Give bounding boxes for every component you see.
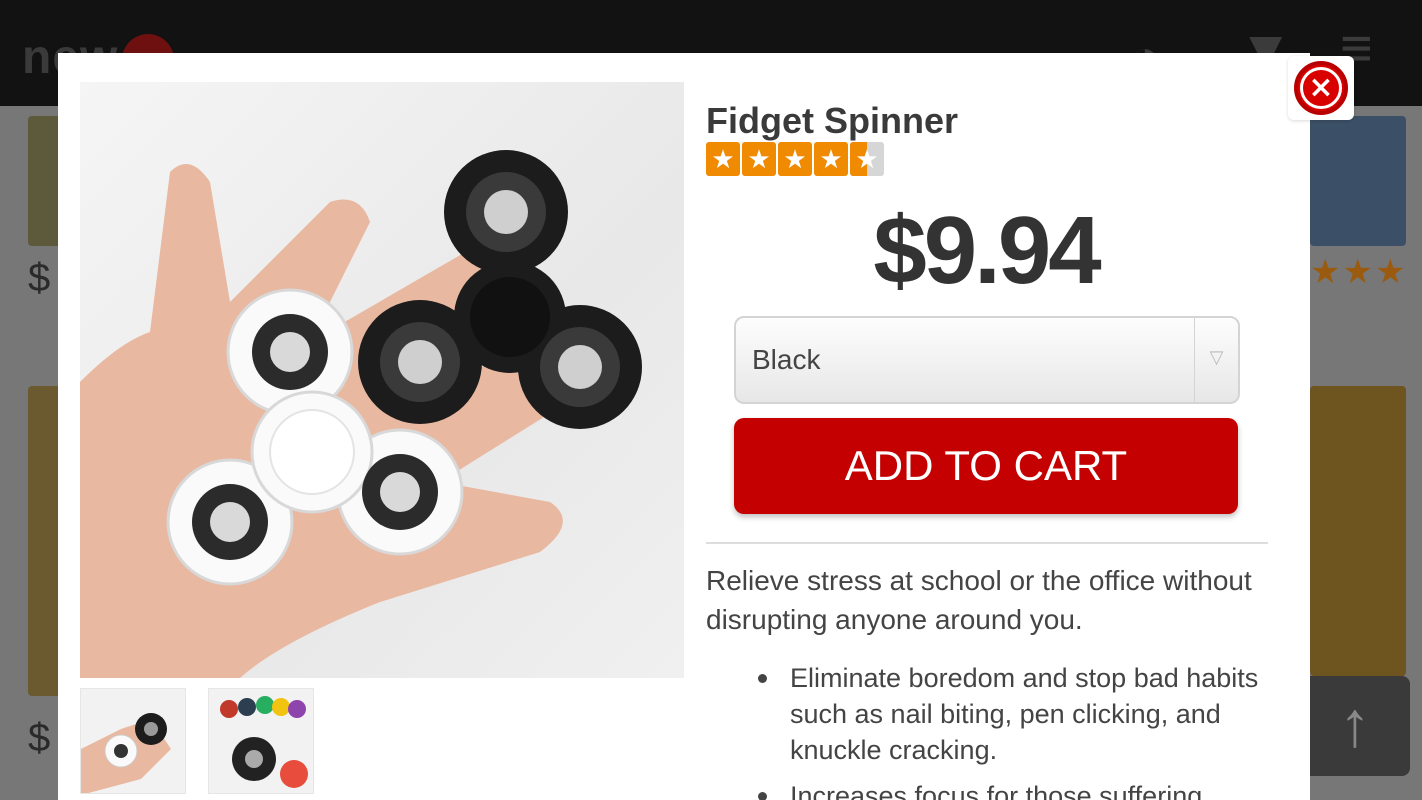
star-icon: ★ (742, 142, 776, 176)
thumbnail-image (220, 696, 308, 788)
product-card-bg (1310, 116, 1406, 246)
product-price-bg: $ (28, 256, 51, 300)
star-icon: ★ (778, 142, 812, 176)
product-rating: ★ ★ ★ ★ ★ (706, 142, 884, 176)
list-item: Eliminate boredom and stop bad habits su… (758, 660, 1260, 768)
product-thumbnail-1[interactable] (80, 688, 186, 794)
product-price: $9.94 (873, 197, 1101, 304)
feature-list: Eliminate boredom and stop bad habits su… (758, 660, 1260, 800)
product-description: Relieve stress at school or the office w… (706, 565, 1252, 635)
add-to-cart-button[interactable]: ADD TO CART (734, 418, 1238, 514)
divider (706, 542, 1268, 544)
product-card-bg (1310, 386, 1406, 676)
close-modal-button[interactable]: × (1288, 56, 1354, 120)
arrow-up-icon: ↑ (1339, 688, 1371, 760)
list-item: Increases focus for those suffering (758, 778, 1260, 800)
chevron-down-icon: ▽ (1194, 318, 1238, 402)
color-select-value: Black (752, 344, 821, 375)
thumbnail-image (81, 713, 171, 793)
product-thumbnail-2[interactable] (208, 688, 314, 794)
star-icon: ★ (706, 142, 740, 176)
product-main-image[interactable] (80, 82, 684, 678)
product-rating-bg: ★★★ (1310, 253, 1408, 291)
spinner-photo (80, 150, 642, 678)
color-select[interactable]: Black ▽ (734, 316, 1240, 404)
close-icon: × (1294, 61, 1348, 115)
product-title: Fidget Spinner (706, 100, 958, 141)
scroll-to-top-button[interactable]: ↑ (1300, 676, 1410, 776)
star-icon: ★ (814, 142, 848, 176)
half-star-icon: ★ (850, 142, 884, 176)
product-price-bg: $ (28, 716, 51, 760)
